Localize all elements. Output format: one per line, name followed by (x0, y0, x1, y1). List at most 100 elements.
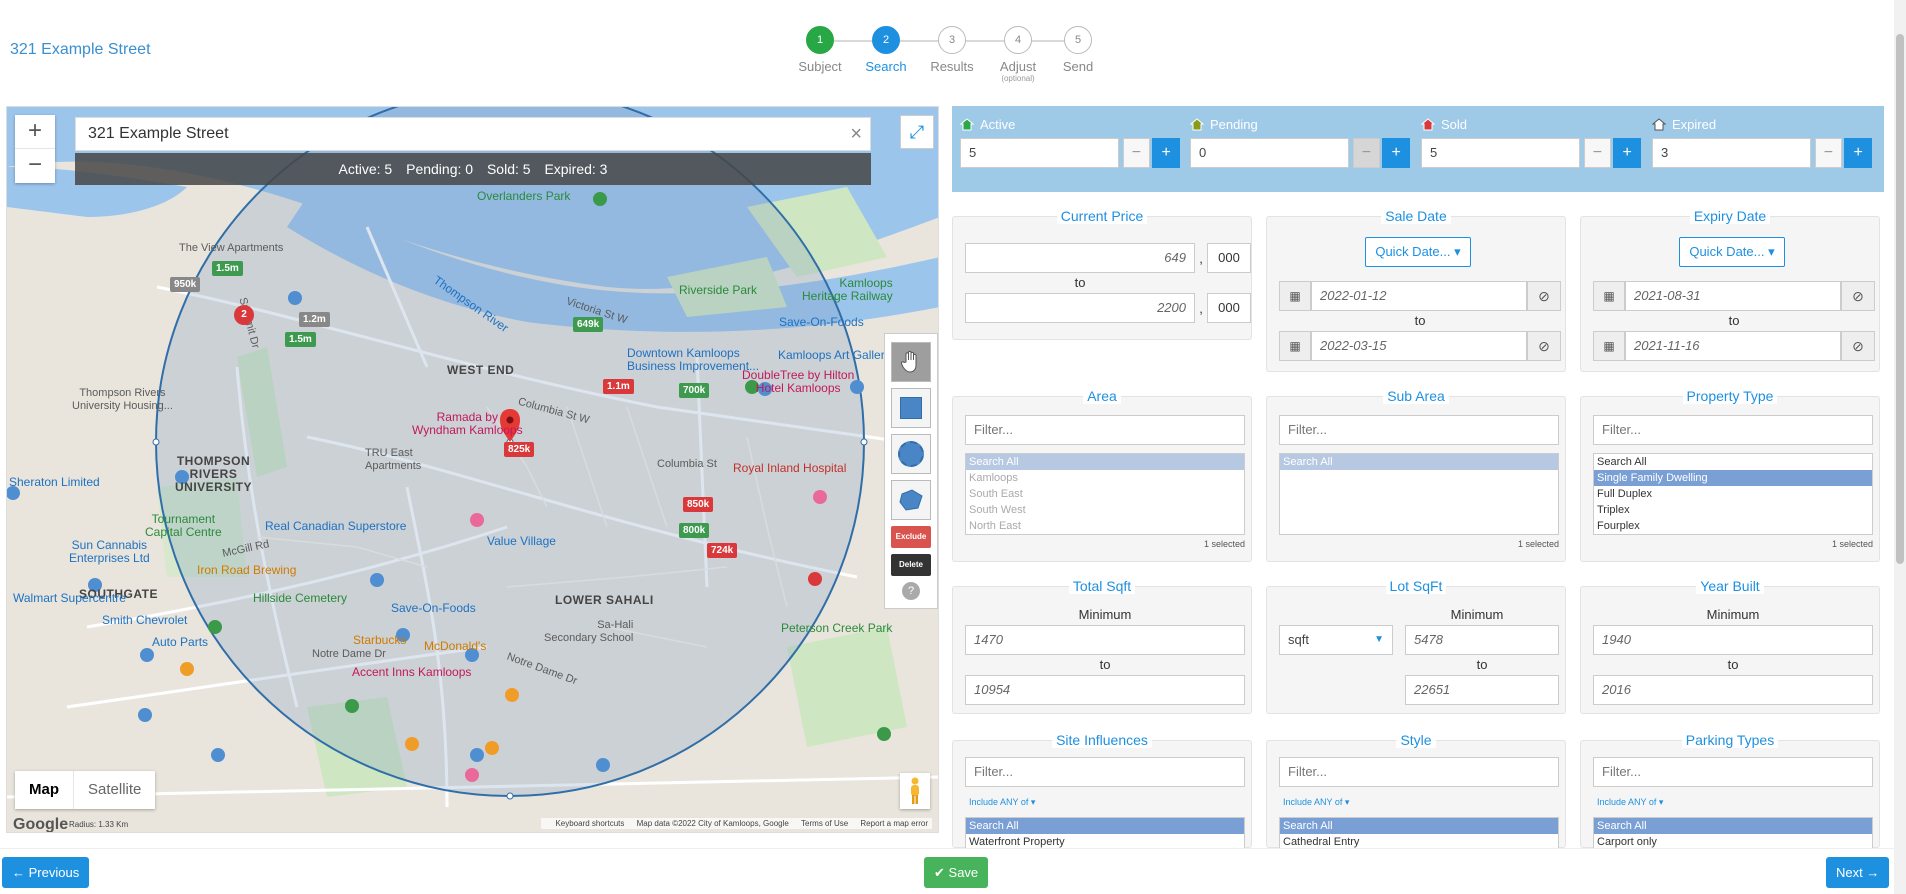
listing-marker[interactable]: 724k (707, 543, 738, 558)
property-type-filter-input[interactable]: Filter... (1593, 415, 1873, 445)
map-type-satellite[interactable]: Satellite (74, 771, 155, 809)
expiry-quick-date-dropdown[interactable]: Quick Date... ▾ (1679, 237, 1785, 267)
listing-marker[interactable]: 1.2m (299, 312, 330, 327)
lot-sqft-max-input[interactable]: 22651 (1405, 675, 1559, 705)
page-scrollbar[interactable] (1894, 0, 1906, 894)
active-decrement-button[interactable]: − (1122, 138, 1151, 168)
clear-date-icon[interactable]: ⊘ (1527, 331, 1561, 361)
price-max-input[interactable]: 2200 (965, 293, 1195, 323)
calendar-icon[interactable]: ▦ (1279, 331, 1311, 361)
property-type-listbox[interactable]: Search All Single Family Dwelling Full D… (1593, 453, 1873, 535)
search-map[interactable]: Overlanders Park Thompson River The View… (6, 106, 939, 833)
exclude-button[interactable]: Exclude (891, 526, 931, 548)
calendar-icon[interactable]: ▦ (1593, 281, 1625, 311)
list-option[interactable]: Search All (1280, 454, 1558, 470)
polygon-draw-icon[interactable] (891, 480, 931, 520)
expiry-date-to-input[interactable]: 2021-11-16 (1625, 331, 1841, 361)
step-adjust[interactable]: 4 Adjust (optional) (988, 26, 1048, 83)
listing-marker[interactable]: 700k (679, 383, 710, 398)
include-any-dropdown[interactable]: Include ANY of ▾ (1597, 797, 1663, 808)
sub-area-listbox[interactable]: Search All (1279, 453, 1559, 535)
pending-decrement-button[interactable]: − (1352, 138, 1381, 168)
map-address-input[interactable]: 321 Example Street × (75, 117, 871, 151)
list-option[interactable]: Search All (1594, 818, 1872, 834)
expiry-date-from-input[interactable]: 2021-08-31 (1625, 281, 1841, 311)
rectangle-draw-icon[interactable] (891, 388, 931, 428)
pending-count-input[interactable]: 0 (1190, 138, 1349, 168)
list-option[interactable]: Carport only (1594, 834, 1872, 849)
lot-unit-select[interactable]: sqft ▼ (1279, 625, 1393, 655)
year-built-min-input[interactable]: 1940 (1593, 625, 1873, 655)
parking-listbox[interactable]: Search All Carport only (1593, 817, 1873, 849)
listing-marker[interactable]: 649k (573, 317, 604, 332)
step-search[interactable]: 2 Search (856, 26, 916, 74)
expired-decrement-button[interactable]: − (1814, 138, 1843, 168)
list-option[interactable]: Cathedral Entry (1280, 834, 1558, 849)
subject-address-link[interactable]: 321 Example Street (10, 41, 151, 59)
street-view-pegman-icon[interactable] (900, 773, 930, 809)
terms-link[interactable]: Terms of Use (801, 819, 848, 828)
step-send[interactable]: 5 Send (1048, 26, 1108, 74)
calendar-icon[interactable]: ▦ (1279, 281, 1311, 311)
style-listbox[interactable]: Search All Cathedral Entry (1279, 817, 1559, 849)
list-option[interactable]: South West (966, 502, 1244, 518)
clear-date-icon[interactable]: ⊘ (1527, 281, 1561, 311)
sold-count-input[interactable]: 5 (1421, 138, 1580, 168)
previous-button[interactable]: ← Previous (2, 857, 90, 888)
list-option[interactable]: Kamloops (966, 470, 1244, 486)
list-option[interactable]: Search All (1594, 454, 1872, 470)
next-button[interactable]: Next → (1826, 857, 1890, 888)
sold-increment-button[interactable]: + (1613, 138, 1641, 168)
listing-marker[interactable]: 850k (683, 497, 714, 512)
listing-marker[interactable]: 1.5m (285, 332, 316, 347)
list-option[interactable]: Search All (966, 454, 1244, 470)
list-option[interactable]: Search All (1280, 818, 1558, 834)
pan-hand-icon[interactable] (891, 342, 931, 382)
save-button[interactable]: ✔ Save (924, 857, 989, 888)
area-filter-input[interactable]: Filter... (965, 415, 1245, 445)
site-influences-listbox[interactable]: Search All Waterfront Property (965, 817, 1245, 849)
sold-decrement-button[interactable]: − (1583, 138, 1612, 168)
list-option[interactable]: Fourplex (1594, 518, 1872, 534)
expired-increment-button[interactable]: + (1844, 138, 1872, 168)
sale-date-to-input[interactable]: 2022-03-15 (1311, 331, 1527, 361)
scrollbar-thumb[interactable] (1896, 34, 1904, 564)
list-option[interactable]: South East (966, 486, 1244, 502)
lot-sqft-min-input[interactable]: 5478 (1405, 625, 1559, 655)
calendar-icon[interactable]: ▦ (1593, 331, 1625, 361)
list-option[interactable]: Search All (966, 818, 1244, 834)
zoom-out-button[interactable]: − (15, 149, 55, 183)
fullscreen-icon[interactable]: ⤢ (900, 115, 934, 149)
map-type-map[interactable]: Map (15, 771, 74, 809)
listing-marker[interactable]: 1.5m (212, 261, 243, 276)
delete-button[interactable]: Delete (891, 554, 931, 576)
include-any-dropdown[interactable]: Include ANY of ▾ (969, 797, 1035, 808)
list-option[interactable]: Single Family Dwelling (1594, 470, 1872, 486)
include-any-dropdown[interactable]: Include ANY of ▾ (1283, 797, 1349, 808)
pending-increment-button[interactable]: + (1382, 138, 1410, 168)
price-max-thousands[interactable]: 000 (1207, 293, 1251, 323)
sale-date-from-input[interactable]: 2022-01-12 (1311, 281, 1527, 311)
total-sqft-min-input[interactable]: 1470 (965, 625, 1245, 655)
price-min-input[interactable]: 649 (965, 243, 1195, 273)
style-filter-input[interactable]: Filter... (1279, 757, 1559, 787)
keyboard-shortcuts-link[interactable]: Keyboard shortcuts (555, 819, 624, 828)
cluster-marker[interactable]: 2 (234, 305, 254, 325)
help-icon[interactable]: ? (902, 582, 920, 600)
zoom-in-button[interactable]: + (15, 115, 55, 149)
site-influences-filter-input[interactable]: Filter... (965, 757, 1245, 787)
price-min-thousands[interactable]: 000 (1207, 243, 1251, 273)
area-listbox[interactable]: Search All Kamloops South East South Wes… (965, 453, 1245, 535)
step-results[interactable]: 3 Results (922, 26, 982, 74)
expired-count-input[interactable]: 3 (1652, 138, 1811, 168)
listing-marker[interactable]: 800k (679, 523, 710, 538)
report-error-link[interactable]: Report a map error (860, 819, 928, 828)
active-count-input[interactable]: 5 (960, 138, 1119, 168)
list-option[interactable]: Waterfront Property (966, 834, 1244, 849)
listing-marker[interactable]: 950k (170, 277, 201, 292)
clear-date-icon[interactable]: ⊘ (1841, 281, 1875, 311)
listing-marker[interactable]: 825k (504, 442, 535, 457)
list-option[interactable]: Full Duplex (1594, 486, 1872, 502)
clear-icon[interactable]: × (850, 118, 862, 150)
circle-draw-icon[interactable] (891, 434, 931, 474)
